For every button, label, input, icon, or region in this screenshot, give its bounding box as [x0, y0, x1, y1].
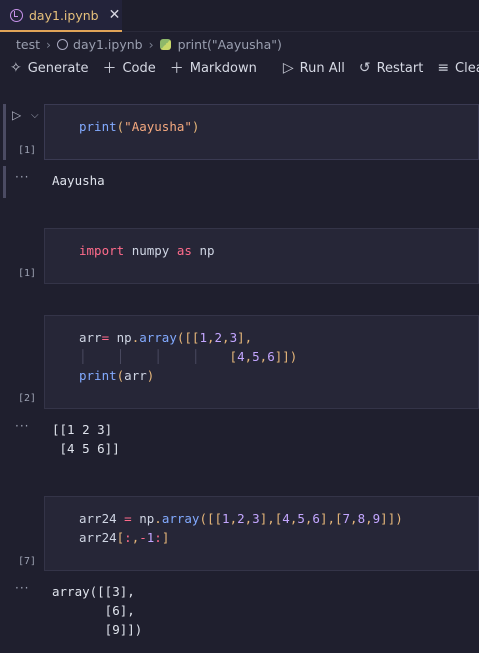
code-label: Code [122, 60, 156, 76]
code-editor[interactable]: arr24 = np.array([[1,2,3],[4,5,6],[7,8,9… [79, 509, 403, 547]
add-code-button[interactable]: ＋ Code [102, 58, 155, 78]
cell-focus-bar [3, 104, 6, 160]
sparkle-icon: ✧ [10, 60, 22, 76]
cell-output: Aayusha [52, 173, 105, 188]
code-editor[interactable]: arr= np.array([[1,2,3], │ │ │ │ [4,5,6]]… [79, 328, 297, 385]
code-cell[interactable]: arr24 = np.array([[1,2,3],[4,5,6],[7,8,9… [44, 496, 479, 571]
breadcrumb-file[interactable]: day1.ipynb [73, 37, 143, 52]
restart-button[interactable]: ↺ Restart [359, 60, 423, 76]
cell-output: array([[3], [6], [9]]) [52, 584, 143, 637]
output-menu-icon[interactable]: ··· [15, 419, 29, 433]
plus-icon: ＋ [102, 61, 117, 77]
close-icon[interactable]: ✕ [109, 7, 121, 23]
python-icon [159, 38, 171, 50]
markdown-label: Markdown [189, 60, 257, 76]
code-cell[interactable]: import numpy as np [44, 228, 479, 284]
clear-all-button[interactable]: ≡ Clear A [437, 60, 479, 76]
generate-label: Generate [27, 60, 89, 76]
output-menu-icon[interactable]: ··· [15, 170, 29, 184]
run-cell-icon[interactable]: ▷ [12, 108, 21, 122]
code-cell[interactable]: arr= np.array([[1,2,3], │ │ │ │ [4,5,6]]… [44, 315, 479, 409]
tab-day1-ipynb[interactable]: day1.ipynb ✕ [0, 0, 122, 32]
restart-icon: ↺ [358, 60, 371, 76]
restart-label: Restart [376, 60, 424, 76]
tab-label: day1.ipynb [29, 7, 99, 23]
breadcrumb-folder[interactable]: test [16, 37, 40, 52]
execution-count: [1] [18, 145, 37, 156]
plus-icon: ＋ [169, 61, 184, 77]
tab-bar: day1.ipynb ✕ [0, 0, 479, 32]
code-cell[interactable]: print("Aayusha") [44, 104, 479, 160]
notebook-icon [10, 8, 23, 22]
code-editor[interactable]: print("Aayusha") [79, 117, 199, 136]
notebook-toolbar: ✧ Generate ＋ Code ＋ Markdown ▷ Run All ↺… [0, 56, 479, 80]
chevron-right-icon: › [148, 36, 154, 52]
execution-count: [2] [18, 393, 37, 404]
generate-button[interactable]: ✧ Generate [10, 60, 88, 76]
chevron-down-icon[interactable]: ⌵ [31, 110, 39, 121]
add-markdown-button[interactable]: ＋ Markdown [170, 58, 257, 78]
breadcrumb: test › day1.ipynb › print("Aayusha") [0, 32, 479, 56]
notebook-icon [57, 38, 69, 50]
output-menu-icon[interactable]: ··· [15, 581, 29, 595]
clear-all-icon: ≡ [437, 60, 450, 76]
cell-output: [[1 2 3] [4 5 6]] [52, 422, 120, 456]
run-all-label: Run All [299, 60, 345, 76]
output-focus-bar [3, 166, 6, 198]
execution-count: [7] [18, 556, 37, 567]
breadcrumb-cell[interactable]: print("Aayusha") [178, 37, 282, 52]
execution-count: [1] [18, 268, 37, 279]
chevron-right-icon: › [46, 36, 52, 52]
run-all-icon: ▷ [282, 60, 294, 76]
run-all-button[interactable]: ▷ Run All [283, 60, 345, 76]
clear-label: Clear A [455, 60, 479, 76]
code-editor[interactable]: import numpy as np [79, 241, 215, 260]
